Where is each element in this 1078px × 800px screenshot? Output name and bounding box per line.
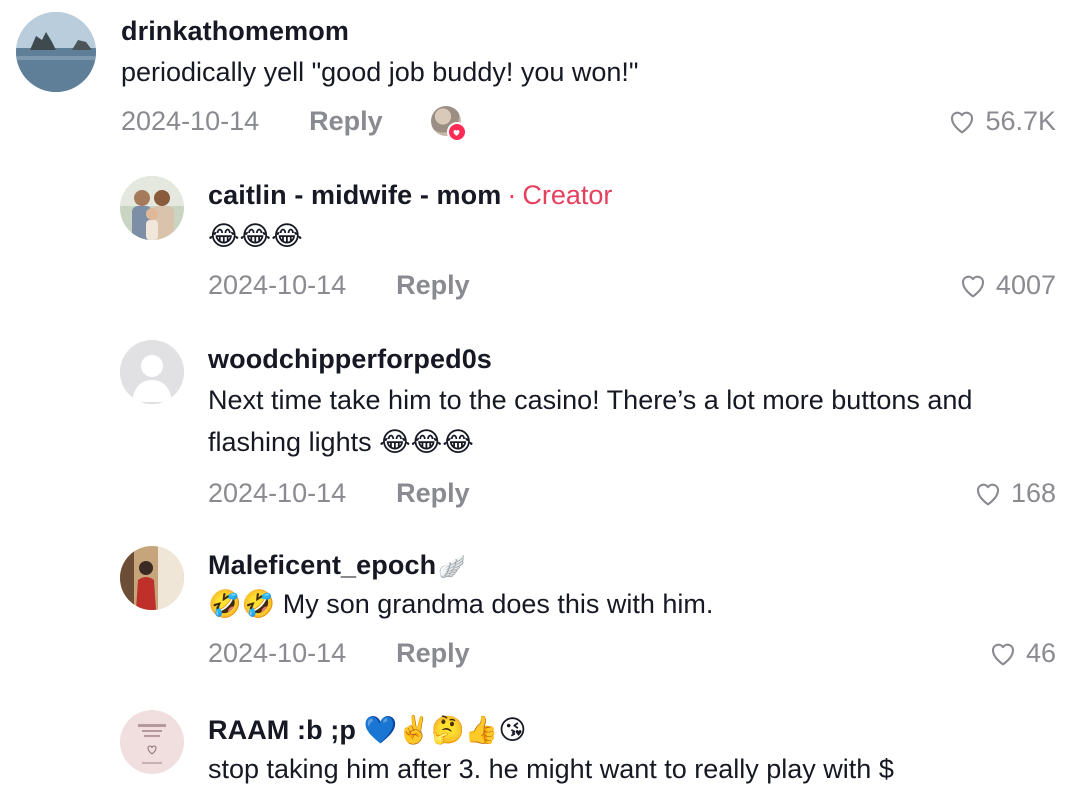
like-count: 46 (1025, 637, 1056, 668)
avatar[interactable] (120, 176, 184, 240)
reply-button[interactable]: Reply (396, 270, 470, 301)
comment-username[interactable]: drinkathomemom (121, 16, 349, 47)
reply-button[interactable]: Reply (309, 106, 383, 137)
comment-meta: 2024-10-14 Reply 56.7K (121, 101, 1056, 142)
comment-username[interactable]: caitlin - midwife - mom (208, 180, 501, 211)
wing-icon: 🪽 (438, 554, 466, 579)
creator-separator: · (507, 180, 517, 210)
like-count: 56.7K (985, 105, 1056, 136)
comment-username[interactable]: Maleficent_epoch (208, 550, 436, 581)
comment-date: 2024-10-14 (208, 637, 347, 668)
comment-username[interactable]: RAAM :b ;p 💙✌️🤔👍😘 (208, 714, 527, 746)
comment-meta: 2024-10-14 Reply 46 (208, 633, 1056, 673)
like-count: 168 (1010, 477, 1056, 508)
comment-username[interactable]: woodchipperforped0s (208, 344, 492, 375)
comment-text: 🤣🤣 My son grandma does this with him. (208, 589, 714, 619)
comment-date: 2024-10-14 (208, 269, 347, 300)
comment-text: periodically yell "good job buddy! you w… (121, 57, 639, 87)
comment-date: 2024-10-14 (121, 105, 260, 136)
heart-outline-icon (951, 111, 974, 134)
like-button[interactable]: 168 (971, 473, 1056, 513)
comment-date: 2024-10-14 (208, 477, 347, 508)
comment-list: drinkathomemom periodically yell "good j… (0, 0, 1078, 800)
like-button[interactable]: 46 (986, 633, 1056, 673)
avatar[interactable] (120, 710, 184, 774)
avatar[interactable] (120, 546, 184, 610)
like-button[interactable]: 4007 (956, 265, 1056, 305)
default-avatar-icon[interactable] (120, 340, 184, 404)
comment-text: stop taking him after 3. he might want t… (208, 754, 894, 784)
reply-button[interactable]: Reply (396, 478, 470, 509)
heart-outline-icon (991, 643, 1015, 666)
heart-outline-icon (976, 483, 1000, 506)
reply-button[interactable]: Reply (396, 638, 470, 669)
comment-text: 😂😂😂 (208, 221, 303, 251)
comment-meta: 2024-10-14 Reply 4007 (208, 265, 1056, 305)
like-button[interactable]: 56.7K (945, 101, 1056, 141)
like-count: 4007 (995, 269, 1056, 300)
liked-by-creator-avatar (430, 106, 467, 142)
liked-by-creator-heart-icon (446, 122, 467, 142)
avatar[interactable] (16, 12, 96, 92)
heart-outline-icon (961, 275, 984, 298)
comment-text: Next time take him to the casino! There’… (208, 385, 973, 457)
comment-meta: 2024-10-14 Reply 168 (208, 473, 1056, 513)
creator-badge: Creator (522, 180, 613, 210)
